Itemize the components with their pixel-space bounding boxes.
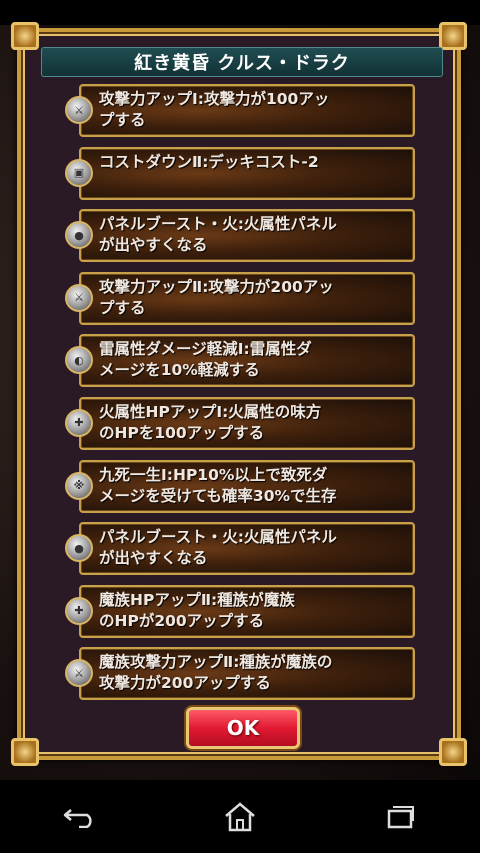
skill-row[interactable]: ● パネルブースト・火:火属性パネル が出やすくなる (65, 209, 415, 263)
frame-corner-ornament (439, 738, 467, 766)
skill-description: 九死一生Ⅰ:HP10%以上で致死ダ メージを受けても確率30%で生存 (99, 465, 337, 505)
skill-description: 魔族攻撃力アップⅡ:種族が魔族の 攻撃力が200アップする (99, 653, 333, 693)
frame-corner-ornament (439, 22, 467, 50)
skill-description: パネルブースト・火:火属性パネル が出やすくなる (99, 528, 337, 568)
status-bar (0, 0, 480, 25)
hp-up-icon: ✚ (65, 408, 93, 437)
attack-up-icon: ⚔ (65, 283, 93, 312)
skill-row[interactable]: ※ 九死一生Ⅰ:HP10%以上で致死ダ メージを受けても確率30%で生存 (65, 459, 415, 513)
skill-row[interactable]: ✚ 魔族HPアップⅡ:種族が魔族 のHPが200アップする (65, 584, 415, 638)
damage-reduce-icon: ◐ (65, 346, 93, 375)
frame-corner-ornament (11, 738, 39, 766)
panel-boost-icon: ● (65, 221, 93, 250)
skill-row[interactable]: ⚔ 魔族攻撃力アップⅡ:種族が魔族の 攻撃力が200アップする (65, 647, 415, 701)
cost-down-icon: ▣ (65, 158, 93, 187)
skill-description: 魔族HPアップⅡ:種族が魔族 のHPが200アップする (99, 590, 295, 630)
frame-corner-ornament (11, 22, 39, 50)
back-icon (63, 808, 92, 828)
survive-icon: ※ (65, 471, 93, 500)
hp-up-icon: ✚ (65, 596, 93, 625)
home-button[interactable] (210, 792, 270, 842)
skill-row[interactable]: ⚔ 攻撃力アップⅡ:攻撃力が200アッ プする (65, 271, 415, 325)
skill-description: パネルブースト・火:火属性パネル が出やすくなる (99, 215, 337, 255)
skill-row[interactable]: ▣ コストダウンⅡ:デッキコスト-2 (65, 146, 415, 200)
home-icon (225, 801, 255, 831)
skill-row[interactable]: ◐ 雷属性ダメージ軽減Ⅰ:雷属性ダ メージを10%軽減する (65, 334, 415, 388)
skill-row[interactable]: ✚ 火属性HPアップⅠ:火属性の味方 のHPを100アップする (65, 396, 415, 450)
skill-description: 雷属性ダメージ軽減Ⅰ:雷属性ダ メージを10%軽減する (99, 340, 312, 380)
skill-row[interactable]: ● パネルブースト・火:火属性パネル が出やすくなる (65, 522, 415, 576)
recents-icon (387, 805, 414, 828)
attack-up-icon: ⚔ (65, 96, 93, 124)
ok-button[interactable]: OK (186, 707, 300, 749)
skill-description: 攻撃力アップⅠ:攻撃力が100アッ プする (99, 90, 330, 129)
android-nav-bar (0, 780, 480, 853)
attack-up-icon: ⚔ (65, 659, 93, 688)
panel-boost-icon: ● (65, 534, 93, 563)
back-button[interactable] (50, 792, 110, 842)
dialog-title: 紅き黄昏 クルス・ドラク (41, 47, 443, 77)
skill-description: コストダウンⅡ:デッキコスト-2 (99, 152, 319, 171)
skill-dialog: 紅き黄昏 クルス・ドラク ⚔ 攻撃力アップⅠ:攻撃力が100アッ プする ▣ コストダ… (11, 22, 467, 766)
recents-button[interactable] (370, 792, 430, 842)
skill-description: 火属性HPアップⅠ:火属性の味方 のHPを100アップする (99, 402, 322, 442)
skill-list[interactable]: ⚔ 攻撃力アップⅠ:攻撃力が100アッ プする ▣ コストダウンⅡ:デッキコスト-2 ●… (65, 84, 415, 710)
skill-row[interactable]: ⚔ 攻撃力アップⅠ:攻撃力が100アッ プする (65, 84, 415, 137)
skill-description: 攻撃力アップⅡ:攻撃力が200アッ プする (99, 277, 334, 317)
